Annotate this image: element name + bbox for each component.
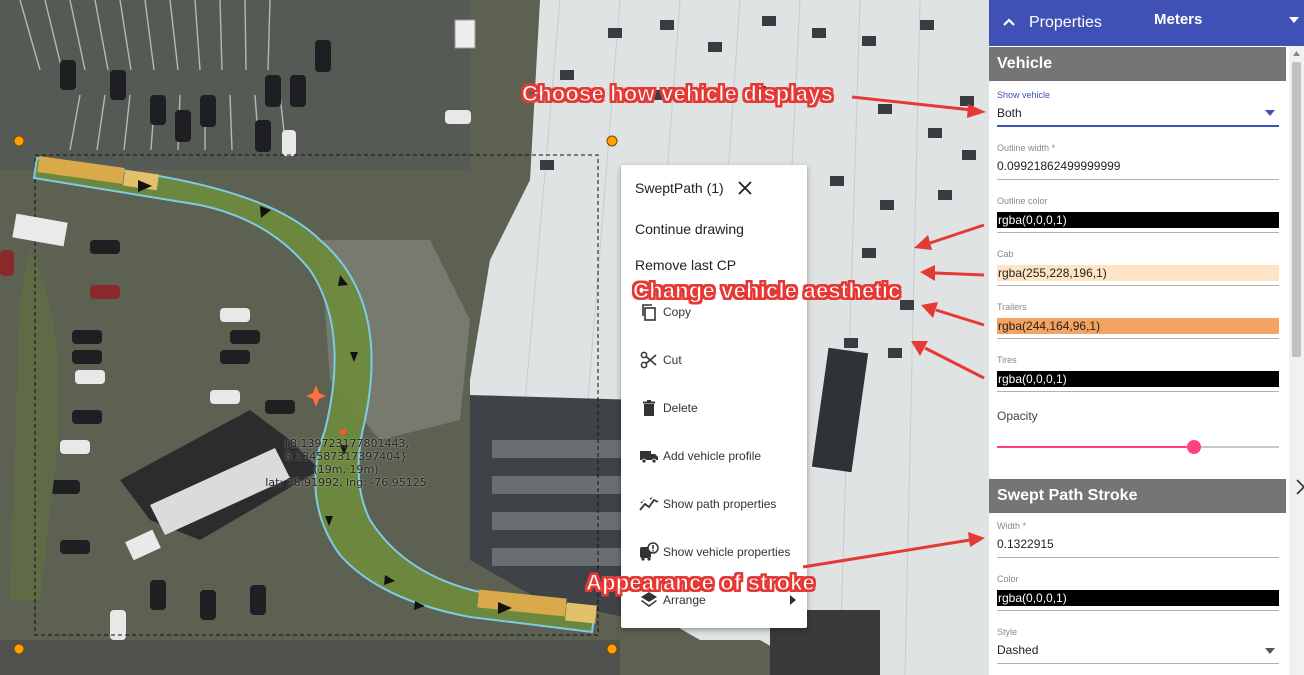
- tires-color-field[interactable]: rgba(0,0,0,1): [997, 371, 1279, 387]
- outline-width-field[interactable]: 0.09921862499999999: [997, 158, 1279, 174]
- tires-color-label: Tires: [997, 355, 1017, 365]
- caret-down-icon[interactable]: [1265, 648, 1275, 654]
- bus-info-icon: [640, 542, 659, 561]
- show-vehicle-label: Show vehicle: [997, 90, 1051, 100]
- show-vehicle-select[interactable]: Both: [997, 105, 1279, 121]
- stroke-style-underline: [997, 663, 1279, 664]
- properties-panel: Properties Meters Vehicle Show vehicle B…: [989, 0, 1304, 675]
- stroke-color-field[interactable]: rgba(0,0,0,1): [997, 590, 1279, 606]
- trailers-color-underline: [997, 338, 1279, 339]
- menu-item-add-vehicle-profile[interactable]: Add vehicle profile: [639, 444, 761, 468]
- annotation-change-aesthetic: Change vehicle aesthetic: [633, 278, 901, 304]
- outline-color-label: Outline color: [997, 196, 1048, 206]
- panel-header: Properties Meters: [989, 0, 1304, 46]
- panel-scrollbar[interactable]: [1289, 46, 1304, 675]
- menu-item-show-path-properties[interactable]: Show path properties: [639, 492, 776, 516]
- units-select[interactable]: Meters: [1154, 11, 1202, 28]
- stroke-style-label: Style: [997, 627, 1018, 637]
- chevron-up-icon[interactable]: [1001, 14, 1017, 30]
- cab-color-field[interactable]: rgba(255,228,196,1): [997, 265, 1279, 281]
- remove-last-cp-item[interactable]: Remove last CP: [635, 257, 736, 273]
- stroke-color-underline: [997, 610, 1279, 611]
- menu-item-show-vehicle-properties[interactable]: Show vehicle properties: [639, 540, 790, 564]
- tires-color-underline: [997, 391, 1279, 392]
- stroke-width-label: Width *: [997, 521, 1027, 531]
- context-menu-title: SweptPath (1): [635, 180, 724, 196]
- context-menu: SweptPath (1) Continue drawing Remove la…: [621, 165, 807, 628]
- menu-item-cut[interactable]: Cut: [639, 348, 682, 372]
- stroke-color-label: Color: [997, 574, 1019, 584]
- panel-title: Properties: [1029, 14, 1102, 31]
- aerial-imagery: [0, 0, 989, 675]
- caret-down-icon[interactable]: [1289, 17, 1299, 23]
- opacity-label: Opacity: [997, 409, 1038, 423]
- annotation-choose-display: Choose how vehicle displays: [521, 81, 834, 107]
- cab-color-underline: [997, 285, 1279, 286]
- opacity-slider-fill: [997, 446, 1195, 448]
- stroke-style-select[interactable]: Dashed: [997, 642, 1279, 658]
- outline-width-label: Outline width *: [997, 143, 1056, 153]
- section-header-vehicle[interactable]: Vehicle: [989, 47, 1286, 81]
- path-chart-icon: [639, 496, 659, 511]
- menu-item-delete[interactable]: Delete: [639, 396, 698, 420]
- trash-icon: [643, 400, 655, 416]
- continue-drawing-item[interactable]: Continue drawing: [635, 221, 744, 237]
- chevron-right-icon: [790, 595, 796, 605]
- map-canvas[interactable]: {8.139723177801443, 8.134587317397404} (…: [0, 0, 989, 675]
- opacity-slider[interactable]: [997, 440, 1279, 454]
- scrollbar-thumb[interactable]: [1292, 62, 1301, 357]
- coordinate-readout: {8.139723177801443, 8.134587317397404} (…: [265, 437, 427, 489]
- truck-icon: [640, 451, 658, 464]
- stroke-width-underline: [997, 557, 1279, 558]
- scissors-icon: [640, 351, 657, 369]
- caret-down-icon[interactable]: [1265, 110, 1275, 116]
- copy-icon: [642, 304, 656, 321]
- close-icon[interactable]: [737, 180, 753, 196]
- opacity-slider-thumb[interactable]: [1187, 440, 1202, 454]
- trailers-color-label: Trailers: [997, 302, 1027, 312]
- section-header-swept-path-stroke[interactable]: Swept Path Stroke: [989, 479, 1286, 513]
- scroll-up-icon[interactable]: [1293, 51, 1300, 56]
- outline-width-underline: [997, 179, 1279, 180]
- trailers-color-field[interactable]: rgba(244,164,96,1): [997, 318, 1279, 334]
- stroke-width-field[interactable]: 0.1322915: [997, 536, 1279, 552]
- annotation-stroke-appearance: Appearance of stroke: [586, 570, 816, 596]
- outline-color-underline: [997, 232, 1279, 233]
- cab-color-label: Cab: [997, 249, 1014, 259]
- mouse-cursor-icon: [1296, 479, 1304, 495]
- show-vehicle-underline: [997, 125, 1279, 127]
- outline-color-field[interactable]: rgba(0,0,0,1): [997, 212, 1279, 228]
